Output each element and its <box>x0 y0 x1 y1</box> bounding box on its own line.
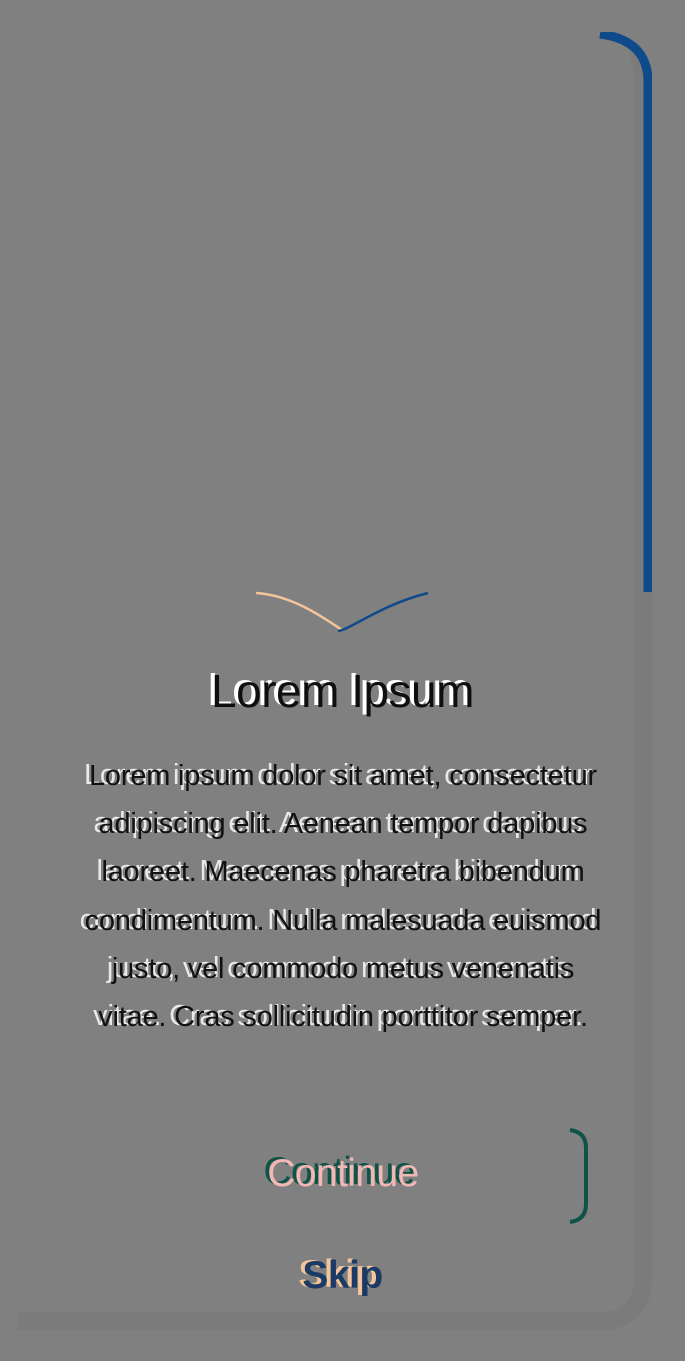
description-text: Lorem ipsum dolor sit amet, consectetur … <box>84 760 602 1034</box>
wave-divider-icon <box>255 591 429 633</box>
continue-button[interactable]: Continue <box>82 1128 604 1224</box>
page-title: Lorem Ipsum <box>211 665 474 717</box>
continue-label: Continue <box>267 1152 419 1195</box>
continue-bracket-icon <box>569 1128 588 1224</box>
onboarding-screen: Lorem Ipsum Lorem ipsum dolor sit amet, … <box>0 0 685 1361</box>
skip-link[interactable]: Skip <box>0 1254 685 1298</box>
card-frame-accent <box>599 32 652 592</box>
